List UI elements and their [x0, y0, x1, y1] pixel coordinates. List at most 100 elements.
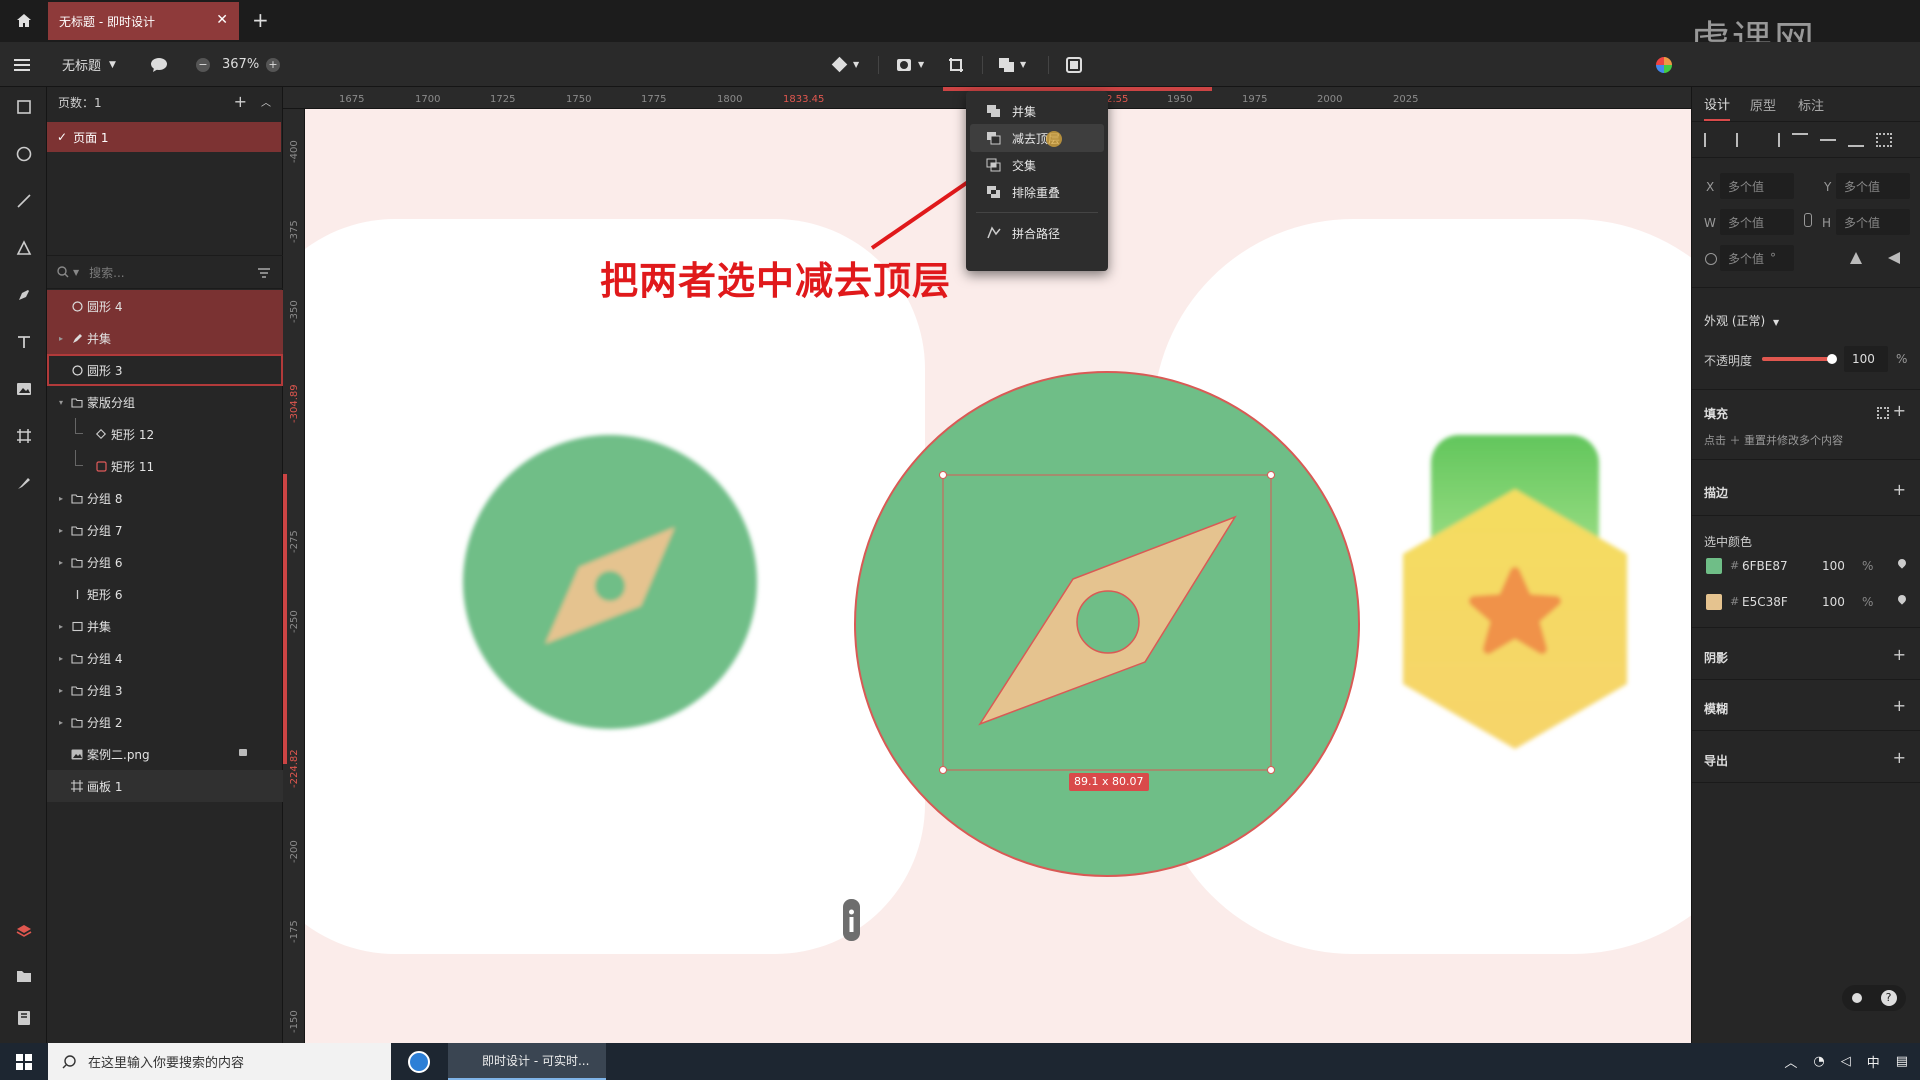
expand-caret-icon[interactable]: ▸ [59, 526, 63, 535]
expand-caret-icon[interactable]: ▸ [59, 558, 63, 567]
layer-row[interactable]: ▸ 分组 3 [47, 674, 283, 706]
color-swatch[interactable] [1706, 594, 1722, 610]
network-icon[interactable]: ◔ [1813, 1054, 1824, 1069]
help-icon[interactable]: ? [1880, 990, 1897, 1006]
file-name-dropdown[interactable]: 无标题 ▼ [62, 42, 116, 87]
expand-caret-icon[interactable]: ▾ [59, 398, 63, 407]
rotation-field[interactable]: 多个值 ° [1720, 245, 1794, 271]
main-menu-button[interactable] [14, 42, 32, 87]
rectangle-tool[interactable] [0, 87, 47, 127]
brush-tool[interactable] [0, 463, 47, 503]
opacity-slider-knob[interactable] [1827, 354, 1837, 364]
color-opacity-value[interactable]: 100 [1822, 559, 1845, 573]
theme-icon[interactable] [1851, 993, 1862, 1003]
component-tool-button[interactable]: ▼ [831, 42, 859, 87]
tab-prototype[interactable]: 原型 [1750, 87, 1776, 121]
document-tab[interactable]: 无标题 - 即时设计 ✕ [48, 2, 239, 40]
zoom-level[interactable]: 367% [222, 42, 259, 87]
selection-color-row[interactable]: #6FBE87 100% [1692, 553, 1920, 579]
image-tool[interactable] [0, 369, 47, 409]
expand-caret-icon[interactable]: ▸ [59, 334, 63, 343]
line-tool[interactable] [0, 181, 47, 221]
start-button[interactable] [0, 1043, 48, 1080]
layer-row[interactable]: 圆形 3 [47, 354, 283, 386]
layer-row[interactable]: ▸ 分组 6 [47, 546, 283, 578]
width-field[interactable]: 多个值 [1720, 209, 1794, 235]
align-top-icon[interactable] [1792, 133, 1808, 147]
artboard-tool[interactable] [0, 416, 47, 456]
taskbar-search[interactable]: 在这里输入你要搜索的内容 [48, 1043, 391, 1080]
layer-row[interactable]: ▾ 蒙版分组 [47, 386, 283, 418]
color-opacity-value[interactable]: 100 [1822, 595, 1845, 609]
opacity-field[interactable]: 100 [1844, 346, 1888, 372]
zoom-in-button[interactable]: + [266, 42, 280, 87]
selection-color-row[interactable]: # E5C38F 100% [1692, 589, 1920, 615]
layer-row[interactable]: 圆形 4 [47, 290, 283, 322]
ellipse-tool[interactable] [0, 134, 47, 174]
add-stroke-button[interactable]: + [1893, 480, 1906, 499]
add-blur-button[interactable]: + [1893, 696, 1906, 715]
flip-vertical-icon[interactable] [1888, 252, 1900, 264]
lock-ratio-icon[interactable] [1804, 213, 1812, 227]
library-tab[interactable] [0, 998, 47, 1038]
y-field[interactable]: 多个值 [1836, 173, 1910, 199]
zoom-out-button[interactable]: − [196, 42, 210, 87]
color-hex-value[interactable]: E5C38F [1742, 595, 1788, 609]
x-field[interactable]: 多个值 [1720, 173, 1794, 199]
layer-row[interactable]: ▸ 分组 2 [47, 706, 283, 738]
align-bottom-icon[interactable] [1848, 133, 1864, 147]
add-export-button[interactable]: + [1893, 748, 1906, 767]
align-center-v-icon[interactable] [1820, 139, 1836, 141]
taskbar-app-design[interactable]: 即时设计 - 可实时... [448, 1043, 606, 1080]
text-tool[interactable] [0, 322, 47, 362]
boolean-menu-item[interactable]: 交集 [970, 151, 1104, 179]
collapse-pages-icon[interactable]: ︿ [261, 94, 271, 109]
boolean-tool-button[interactable]: ▼ [998, 42, 1026, 87]
layers-tab[interactable] [0, 911, 47, 951]
tab-design[interactable]: 设计 [1704, 87, 1731, 121]
layer-row[interactable]: 矩形 6 [47, 578, 283, 610]
polygon-tool[interactable] [0, 228, 47, 268]
close-tab-icon[interactable]: ✕ [216, 12, 228, 28]
plugins-button[interactable] [1656, 42, 1672, 87]
eyedropper-icon[interactable] [1896, 593, 1908, 605]
boolean-menu-item[interactable]: 并集 [970, 97, 1104, 125]
assets-tab[interactable] [0, 956, 47, 996]
distribute-icon[interactable] [1876, 133, 1892, 147]
ime-indicator[interactable]: 中 [1867, 1052, 1880, 1071]
fill-style-icon[interactable] [1877, 407, 1889, 419]
layer-row[interactable]: 画板 1 [47, 770, 283, 802]
mask-tool-button[interactable]: ▼ [896, 42, 924, 87]
notification-icon[interactable]: ▤ [1896, 1054, 1908, 1069]
layer-row[interactable]: 矩形 11 [47, 450, 283, 482]
chevron-up-icon[interactable]: ︿ [1784, 1052, 1797, 1071]
align-right-icon[interactable] [1764, 133, 1780, 147]
boolean-menu-item[interactable]: 拼合路径 [970, 219, 1104, 247]
filter-icon[interactable] [257, 267, 271, 279]
compass-icon-editing[interactable] [854, 371, 1360, 877]
layer-row[interactable]: 案例二.png [47, 738, 283, 770]
new-tab-button[interactable]: + [252, 8, 269, 32]
flip-horizontal-icon[interactable] [1850, 252, 1862, 264]
home-button[interactable] [0, 0, 47, 42]
layer-row[interactable]: ▸ 并集 [47, 322, 283, 354]
add-page-icon[interactable]: + [234, 92, 247, 111]
comment-button[interactable] [150, 42, 168, 87]
expand-caret-icon[interactable]: ▸ [59, 718, 63, 727]
layer-search[interactable]: ▼ 搜索... [47, 255, 283, 289]
info-handle-icon[interactable] [843, 899, 860, 941]
align-left-icon[interactable] [1704, 133, 1720, 147]
eyedropper-icon[interactable] [1896, 557, 1908, 569]
expand-caret-icon[interactable]: ▸ [59, 686, 63, 695]
volume-icon[interactable]: ◁ [1841, 1054, 1851, 1069]
layer-row[interactable]: ▸ 分组 8 [47, 482, 283, 514]
boolean-menu-item[interactable]: 减去顶层 [970, 124, 1104, 152]
layer-row[interactable]: ▸ 并集 [47, 610, 283, 642]
color-swatch[interactable] [1706, 558, 1722, 574]
expand-caret-icon[interactable]: ▸ [59, 494, 63, 503]
add-shadow-button[interactable]: + [1893, 645, 1906, 664]
add-fill-button[interactable]: + [1893, 401, 1906, 420]
lock-icon[interactable] [239, 749, 247, 756]
page-item[interactable]: ✓ 页面 1 [47, 122, 281, 152]
layer-row[interactable]: ▸ 分组 4 [47, 642, 283, 674]
